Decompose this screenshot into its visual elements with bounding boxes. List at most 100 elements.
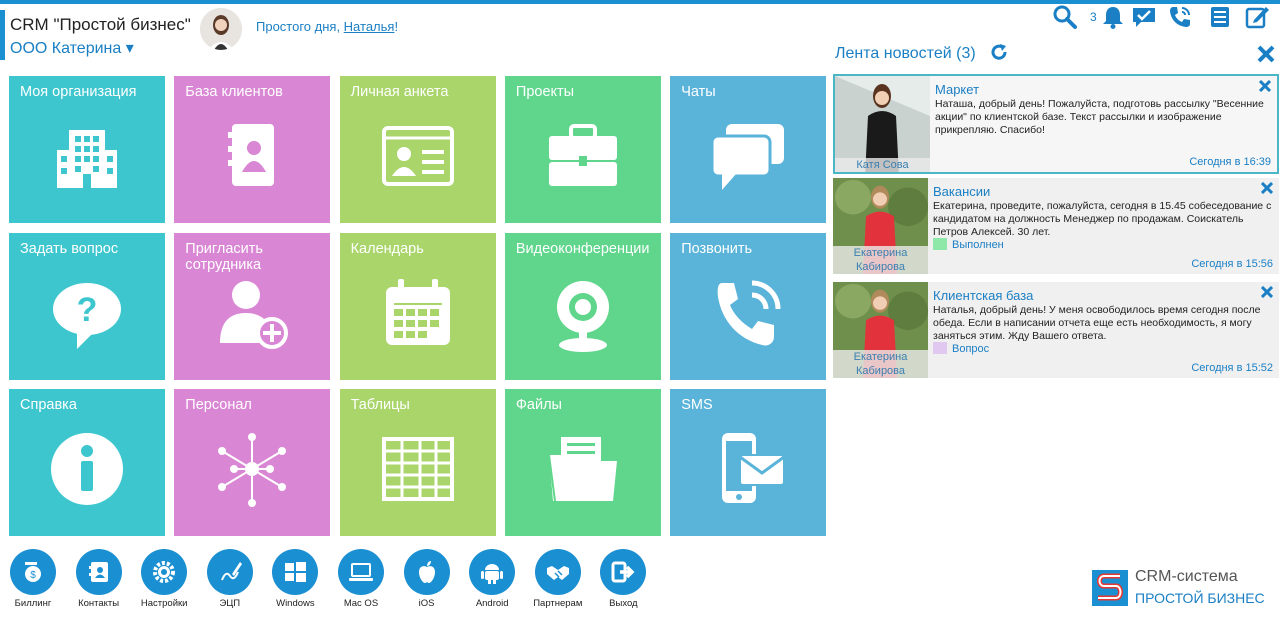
bottom-nav-label[interactable]: ЭЦП	[195, 598, 265, 609]
feed-item-category[interactable]: Вакансии	[933, 184, 990, 199]
user-name-link[interactable]: Наталья	[344, 19, 395, 34]
bottom-nav-label[interactable]: Контакты	[64, 598, 134, 609]
bottom-nav-1-button[interactable]: $	[10, 549, 56, 595]
feed-item-text: Екатерина, проведите, пожалуйста, сегодн…	[933, 200, 1272, 238]
sms-icon	[722, 433, 786, 503]
close-icon[interactable]	[1261, 182, 1273, 194]
bottom-nav-label[interactable]: iOS	[392, 598, 462, 609]
feed-item-date: Сегодня в 15:56	[1191, 258, 1273, 270]
bottom-nav-7-button[interactable]	[403, 549, 450, 595]
phone-icon[interactable]	[1167, 4, 1193, 30]
brand-line1: CRM-система	[1135, 568, 1238, 585]
tile-label: Проекты	[515, 84, 575, 100]
folder-icon	[547, 437, 617, 502]
feed-item-status: Выполнен	[933, 238, 1004, 251]
status-color-swatch	[933, 342, 947, 354]
profile-card-icon	[381, 126, 454, 186]
tile-label: Справка	[20, 397, 77, 413]
tile-3[interactable]: Личная анкета	[339, 76, 496, 223]
bottom-nav-2-button[interactable]	[75, 549, 122, 595]
chat-bubbles-icon	[710, 124, 785, 190]
bottom-nav-label[interactable]: Партнерам	[523, 598, 593, 609]
tile-5[interactable]: Чаты	[670, 76, 827, 223]
tile-15[interactable]: SMS	[670, 389, 827, 536]
header-accent	[0, 10, 5, 60]
feed-item-date: Сегодня в 15:52	[1191, 362, 1273, 374]
archive-icon[interactable]	[1207, 4, 1233, 30]
tile-label: Таблицы	[350, 397, 410, 413]
tile-1[interactable]: Моя организация	[9, 76, 165, 223]
briefcase-icon	[548, 124, 617, 186]
question-icon: ?	[53, 282, 121, 349]
close-icon[interactable]	[1261, 286, 1273, 298]
add-user-icon	[220, 280, 289, 349]
tile-7[interactable]: Пригласить сотрудника	[174, 232, 331, 380]
author-photo: Екатерина Кабирова	[833, 178, 928, 274]
billing-icon: $	[25, 562, 41, 582]
tile-9[interactable]: Видеоконференции	[504, 232, 661, 380]
tile-label: Задать вопрос	[20, 240, 119, 257]
bottom-nav-3-button[interactable]	[141, 549, 188, 595]
feed-item[interactable]: Екатерина Кабирова Клиентская база Наталья…	[833, 282, 1279, 378]
bottom-nav-label[interactable]: Windows	[260, 598, 330, 609]
phone-call-icon	[717, 280, 781, 346]
edit-icon[interactable]	[1244, 4, 1270, 30]
tile-11[interactable]: Справка	[9, 389, 165, 536]
close-icon[interactable]	[1259, 80, 1271, 92]
tile-label: Чаты	[681, 84, 716, 100]
tile-2[interactable]: База клиентов	[174, 76, 331, 223]
bottom-nav-8-button[interactable]	[469, 549, 516, 595]
tile-14[interactable]: Файлы	[504, 389, 661, 536]
tile-label: Моя организация	[20, 84, 137, 100]
network-icon	[218, 433, 287, 507]
close-feed-icon[interactable]	[1256, 44, 1276, 64]
tile-label: Позвонить	[681, 240, 753, 257]
brand-logo-icon	[1092, 570, 1128, 606]
chat-icon[interactable]	[1131, 4, 1157, 30]
author-name: Екатерина Кабирова	[833, 350, 928, 378]
bottom-nav-label[interactable]: Выход	[588, 598, 658, 609]
svg-text:?: ?	[77, 291, 98, 329]
feed-item-category[interactable]: Клиентская база	[933, 288, 1033, 303]
bell-icon[interactable]	[1100, 4, 1126, 30]
author-photo: Катя Сова	[835, 76, 930, 172]
tile-label: Пригласить сотрудника	[185, 240, 263, 273]
tile-label: Файлы	[515, 397, 562, 413]
tile-label: SMS	[681, 397, 713, 413]
tile-8[interactable]: Календарь	[339, 232, 496, 380]
feed-item[interactable]: Екатерина Кабирова Вакансии Екатерина, про…	[833, 178, 1279, 274]
bottom-nav-9-button[interactable]	[534, 549, 581, 595]
bottom-nav-4-button[interactable]	[206, 549, 253, 595]
tile-label: Видеоконференции	[515, 240, 650, 257]
brand-line2: ПРОСТОЙ БИЗНЕС	[1135, 590, 1265, 606]
tile-10[interactable]: Позвонить	[670, 232, 827, 380]
exit-icon	[611, 561, 635, 583]
bottom-nav-label[interactable]: Mac OS	[326, 598, 396, 609]
tile-4[interactable]: Проекты	[504, 76, 661, 223]
bottom-nav-10-button[interactable]	[600, 549, 647, 595]
bottom-nav-label[interactable]: Android	[457, 598, 527, 609]
search-icon[interactable]	[1052, 4, 1078, 30]
tile-6[interactable]: Задать вопрос?	[9, 232, 165, 380]
bottom-nav-6-button[interactable]	[338, 549, 384, 595]
bottom-nav-label[interactable]: Настройки	[129, 598, 199, 609]
bottom-nav-5-button[interactable]	[272, 549, 319, 595]
windows-icon	[285, 562, 307, 582]
brand-logo: CRM-система ПРОСТОЙ БИЗНЕС	[1090, 566, 1280, 610]
author-name: Катя Сова	[835, 158, 930, 172]
top-accent-bar	[0, 0, 1280, 4]
user-avatar[interactable]	[200, 8, 242, 50]
tile-label: Личная анкета	[350, 84, 449, 100]
bottom-nav-label[interactable]: Биллинг	[0, 598, 68, 609]
notification-count: 3	[1090, 10, 1097, 24]
tile-13[interactable]: Таблицы	[339, 389, 496, 536]
tile-12[interactable]: Персонал	[174, 389, 331, 536]
feed-item-text: Наталья, добрый день! У меня освободилос…	[933, 304, 1261, 342]
feed-item-category[interactable]: Маркет	[935, 82, 979, 97]
tile-label: Календарь	[350, 240, 424, 257]
organization-selector[interactable]: ООО Катерина ▾	[10, 38, 134, 58]
refresh-icon[interactable]	[990, 43, 1008, 61]
feed-item[interactable]: Катя Сова Маркет Наташа, добрый день! Пожа…	[833, 74, 1279, 174]
webcam-icon	[556, 280, 609, 352]
building-icon	[57, 130, 117, 188]
